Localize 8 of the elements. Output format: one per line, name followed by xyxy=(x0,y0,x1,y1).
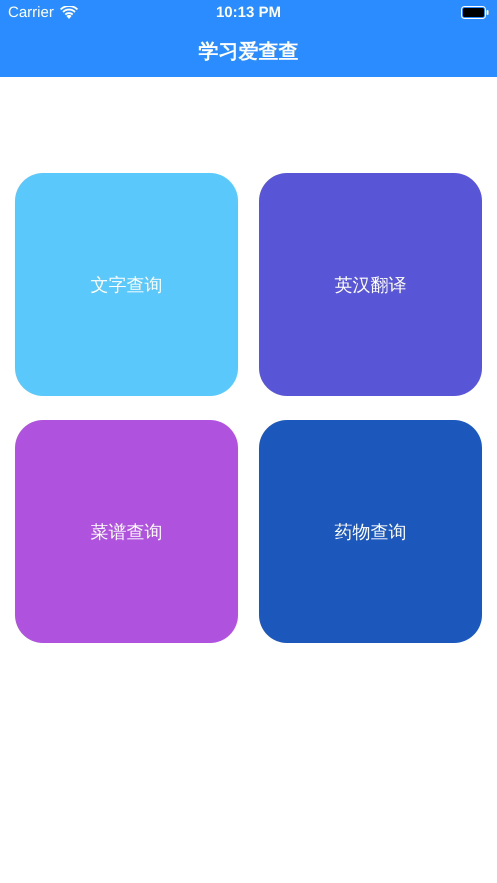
carrier-label: Carrier xyxy=(8,4,54,21)
category-tile[interactable]: 英汉翻译 xyxy=(259,173,482,396)
category-tile[interactable]: 菜谱查询 xyxy=(15,420,238,643)
battery-icon xyxy=(461,6,489,19)
wifi-icon xyxy=(60,6,78,19)
category-tile[interactable]: 药物查询 xyxy=(259,420,482,643)
status-time: 10:13 PM xyxy=(216,4,282,21)
nav-title: 学习爱查查 xyxy=(198,38,298,64)
